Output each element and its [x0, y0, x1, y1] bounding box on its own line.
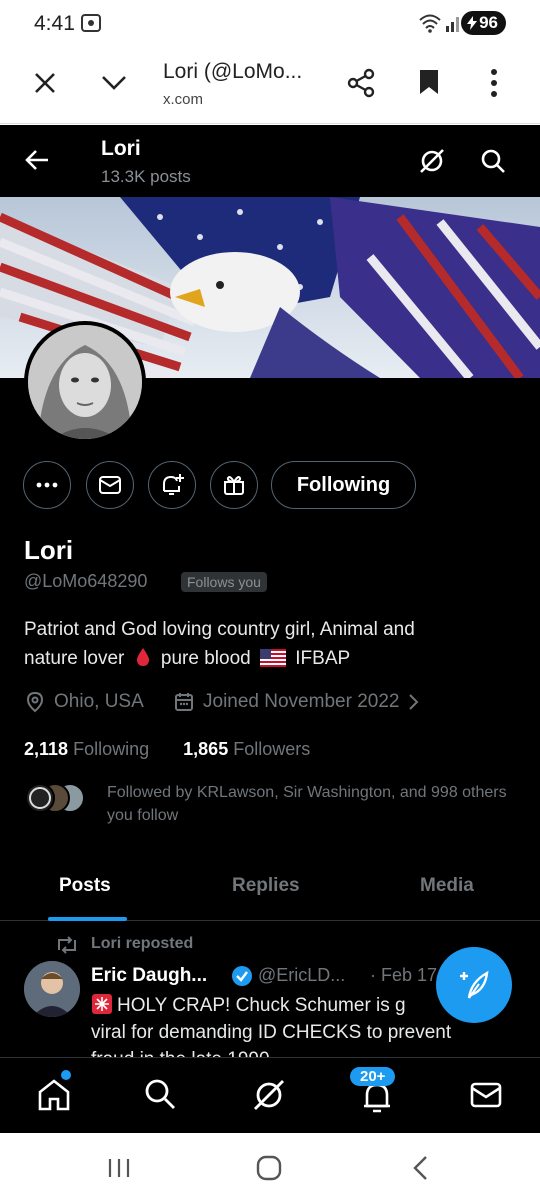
- reposted-label[interactable]: Lori reposted: [91, 935, 193, 953]
- battery-indicator: 96: [461, 11, 506, 35]
- profile-bio: Patriot and God loving country girl, Ani…: [24, 615, 514, 673]
- close-icon[interactable]: [32, 70, 58, 96]
- header-name: Lori: [101, 137, 141, 160]
- verified-badge-icon: [231, 965, 253, 987]
- gift-icon: [224, 476, 244, 495]
- profile-location: Ohio, USA: [24, 691, 144, 713]
- explore-search-icon[interactable]: [144, 1078, 176, 1110]
- profile-page: Lori 13.3K posts Following Lori @LoMo648…: [0, 125, 540, 1133]
- post-date[interactable]: · Feb 17: [370, 965, 437, 986]
- gift-button[interactable]: [210, 461, 258, 509]
- followed-by-avatars[interactable]: [24, 782, 94, 814]
- followed-by-text[interactable]: Followed by KRLawson, Sir Washington, an…: [107, 781, 527, 827]
- chevron-right-icon: [409, 694, 419, 710]
- envelope-icon: [99, 476, 121, 494]
- tab-replies[interactable]: Replies: [232, 875, 300, 897]
- home-icon[interactable]: [36, 1078, 72, 1112]
- calendar-icon: [175, 693, 193, 711]
- chevron-down-icon[interactable]: [100, 74, 128, 92]
- tab-posts[interactable]: Posts: [59, 875, 111, 897]
- more-options-icon[interactable]: [489, 68, 499, 98]
- profile-name: Lori: [24, 535, 74, 565]
- home-button-icon[interactable]: [256, 1155, 282, 1181]
- ellipsis-icon: [36, 482, 58, 488]
- recent-apps-icon[interactable]: [107, 1157, 131, 1179]
- repost-icon: [55, 936, 79, 954]
- home-unread-dot: [61, 1070, 71, 1080]
- notify-button[interactable]: [148, 461, 196, 509]
- back-arrow-icon[interactable]: [24, 148, 50, 172]
- followers-link[interactable]: 1,865 Followers: [183, 739, 310, 759]
- follows-you-badge: Follows you: [181, 572, 267, 592]
- location-pin-icon: [26, 691, 44, 713]
- following-link[interactable]: 2,118 Following: [24, 739, 149, 759]
- wifi-icon: [418, 12, 442, 34]
- page-url: x.com: [163, 91, 204, 108]
- us-flag-icon: [259, 649, 286, 667]
- following-button[interactable]: Following: [271, 461, 416, 509]
- bookmark-icon[interactable]: [418, 68, 440, 96]
- post-author-handle[interactable]: @EricLD...: [258, 965, 345, 986]
- profile-tabs: Posts Replies Media: [0, 857, 540, 921]
- notifications-badge: 20+: [350, 1067, 396, 1086]
- profile-avatar[interactable]: [24, 321, 146, 443]
- grok-icon[interactable]: [418, 147, 446, 175]
- post-author-name[interactable]: Eric Daugh...: [91, 965, 207, 987]
- siren-icon: [92, 994, 112, 1014]
- messages-envelope-icon[interactable]: [470, 1082, 502, 1108]
- bio-line: nature lover pure blood IFBAP: [24, 648, 351, 669]
- compose-post-button[interactable]: [436, 947, 512, 1023]
- browser-toolbar: Lori (@LoMo... x.com: [0, 46, 540, 124]
- compose-feather-icon: [460, 970, 489, 999]
- profile-join-date[interactable]: Joined November 2022: [173, 691, 419, 713]
- battery-level: 96: [479, 13, 498, 32]
- screenshot-icon: [80, 12, 102, 34]
- status-bar: 4:41 96: [0, 0, 540, 46]
- back-button-icon[interactable]: [410, 1155, 430, 1181]
- grok-nav-icon[interactable]: [252, 1078, 286, 1112]
- more-actions-button[interactable]: [23, 461, 71, 509]
- android-navigation-bar: [0, 1133, 540, 1200]
- header-post-count: 13.3K posts: [101, 167, 191, 186]
- tab-media[interactable]: Media: [420, 875, 474, 897]
- page-title: Lori (@LoMo...: [163, 60, 303, 83]
- message-button[interactable]: [86, 461, 134, 509]
- active-tab-indicator: [48, 917, 127, 921]
- follow-counts: 2,118 Following 1,865 Followers: [24, 739, 310, 760]
- share-icon[interactable]: [346, 68, 376, 98]
- bio-line: Patriot and God loving country girl, Ani…: [24, 619, 415, 640]
- search-icon[interactable]: [479, 147, 507, 175]
- clock: 4:41: [34, 12, 75, 35]
- bell-plus-icon: [163, 474, 184, 495]
- charging-icon: [467, 16, 478, 30]
- profile-handle: @LoMo648290: [24, 571, 148, 591]
- blood-drop-icon: [136, 648, 149, 666]
- signal-icon: [445, 12, 461, 34]
- post-author-avatar[interactable]: [24, 961, 80, 1017]
- bottom-navigation: [0, 1057, 540, 1133]
